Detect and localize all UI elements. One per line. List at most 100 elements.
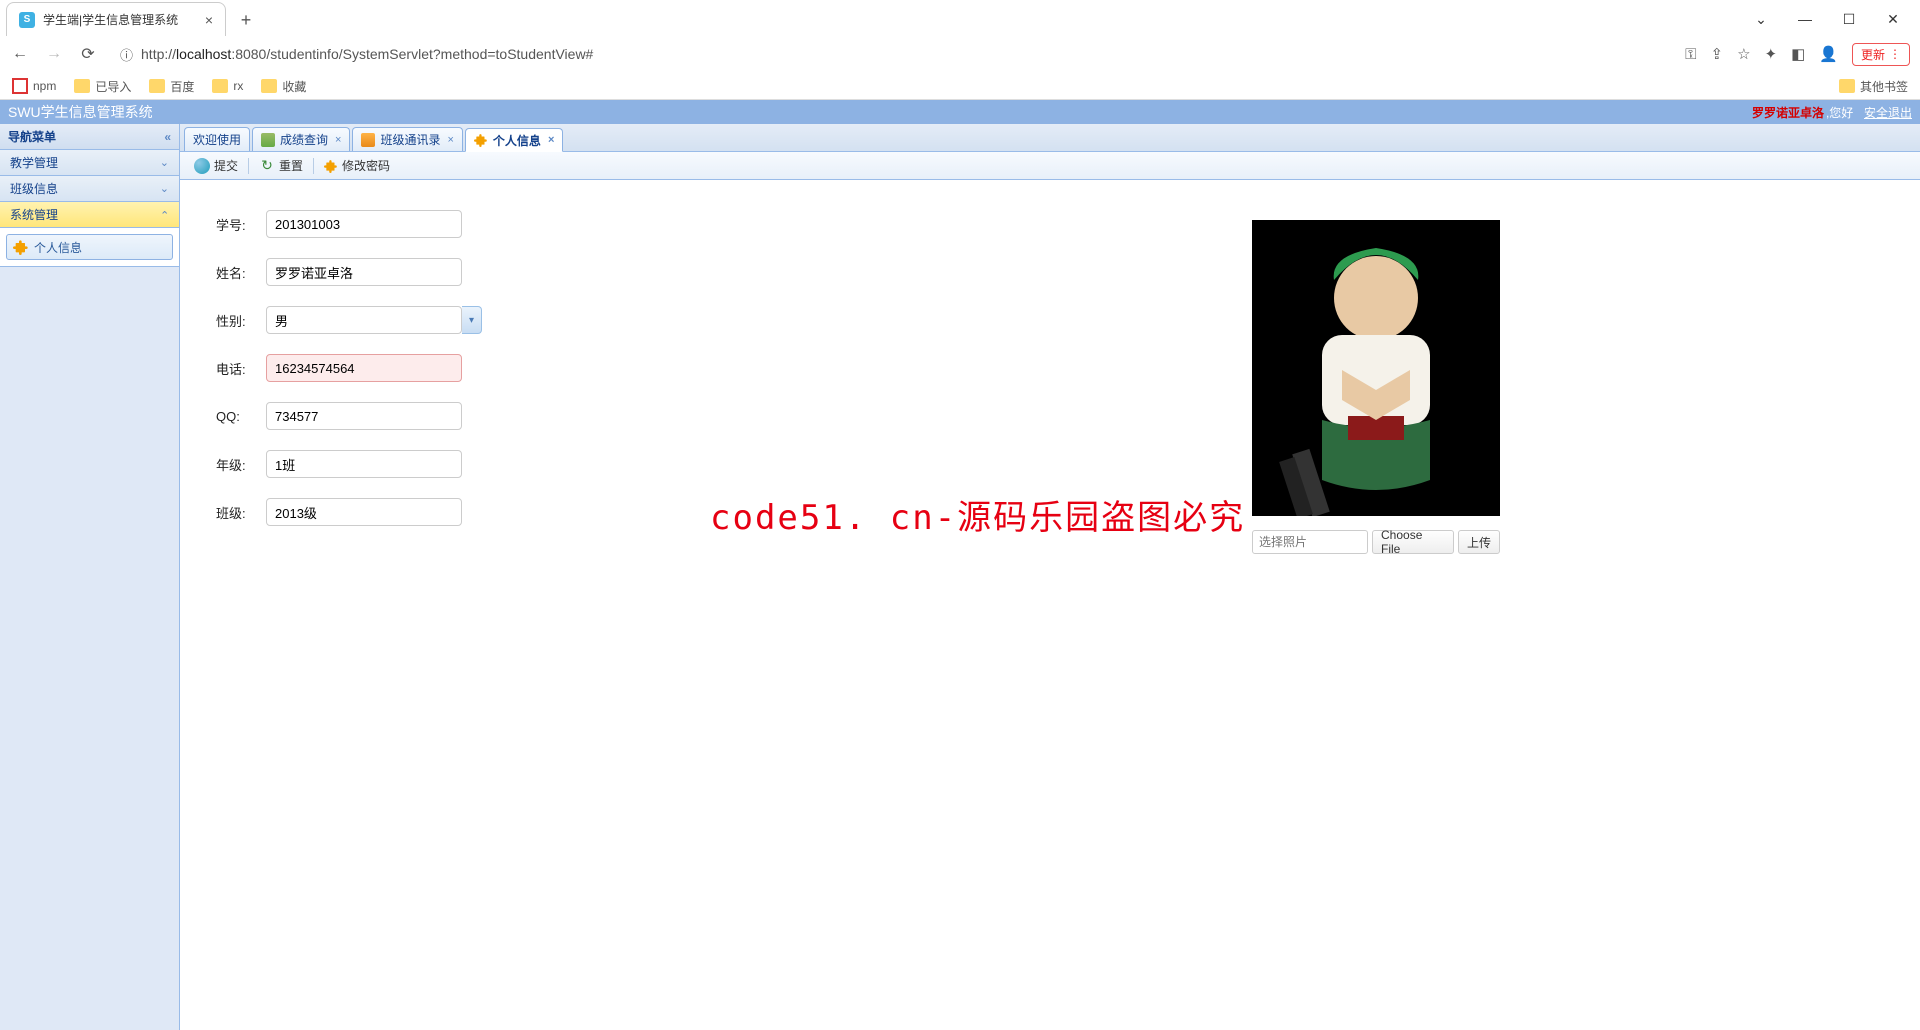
minimize-icon[interactable]: — bbox=[1790, 11, 1820, 27]
back-button[interactable]: ← bbox=[10, 45, 30, 63]
browser-chrome: S 学生端|学生信息管理系统 × + ⌄ — ☐ ✕ ← → ⟳ ⓘ http:… bbox=[0, 0, 1920, 100]
main-panel: 欢迎使用 成绩查询 × 班级通讯录 × 个人信息 × 提交 bbox=[180, 124, 1920, 1030]
choose-file-button[interactable]: Choose File bbox=[1372, 530, 1454, 554]
label-qq: QQ: bbox=[216, 409, 266, 424]
content-tab-bar: 欢迎使用 成绩查询 × 班级通讯录 × 个人信息 × bbox=[180, 124, 1920, 152]
close-tab-icon[interactable]: × bbox=[447, 134, 453, 146]
address-row: ← → ⟳ ⓘ http://localhost:8080/studentinf… bbox=[0, 36, 1920, 72]
info-icon[interactable]: ⓘ bbox=[120, 45, 133, 64]
browser-tab-strip: S 学生端|学生信息管理系统 × + ⌄ — ☐ ✕ bbox=[0, 0, 1920, 36]
class-input[interactable] bbox=[266, 498, 462, 526]
update-button[interactable]: 更新⋮ bbox=[1852, 43, 1910, 66]
star-icon[interactable]: ☆ bbox=[1737, 45, 1750, 63]
puzzle-icon bbox=[13, 239, 29, 255]
profile-icon[interactable]: 👤 bbox=[1819, 45, 1838, 63]
upload-button[interactable]: 上传 bbox=[1458, 530, 1500, 554]
close-tab-icon[interactable]: × bbox=[548, 134, 554, 146]
qq-input[interactable] bbox=[266, 402, 462, 430]
address-bar[interactable]: ⓘ http://localhost:8080/studentinfo/Syst… bbox=[112, 40, 1671, 68]
chevron-down-icon: ⌄ bbox=[160, 156, 169, 169]
maximize-icon[interactable]: ☐ bbox=[1834, 11, 1864, 28]
bookmark-rx[interactable]: rx bbox=[212, 79, 243, 93]
content-toolbar: 提交 ↻ 重置 修改密码 bbox=[180, 152, 1920, 180]
phone-input[interactable] bbox=[266, 354, 462, 382]
dropdown-icon[interactable]: ▾ bbox=[462, 306, 482, 334]
bookmark-imported[interactable]: 已导入 bbox=[74, 78, 131, 95]
collapse-sidebar-icon[interactable]: « bbox=[164, 130, 171, 144]
label-class: 班级: bbox=[216, 503, 266, 522]
close-window-icon[interactable]: ✕ bbox=[1878, 11, 1908, 28]
student-id-input[interactable] bbox=[266, 210, 462, 238]
bookmark-fav[interactable]: 收藏 bbox=[261, 78, 306, 95]
panel-icon[interactable]: ◧ bbox=[1791, 45, 1805, 63]
reset-icon: ↻ bbox=[259, 158, 275, 174]
sidebar-item-system[interactable]: 系统管理 ⌄ bbox=[0, 202, 179, 228]
change-password-button[interactable]: 修改密码 bbox=[318, 155, 396, 176]
sidebar-subpanel: 个人信息 bbox=[0, 228, 179, 267]
bookmarks-bar: npm 已导入 百度 rx 收藏 其他书签 bbox=[0, 72, 1920, 100]
app-header: SWU学生信息管理系统 罗罗诺亚卓洛 ,您好 安全退出 bbox=[0, 100, 1920, 124]
toolbar-icons: ⚿ ⇪ ☆ ✦ ◧ 👤 更新⋮ bbox=[1685, 43, 1910, 66]
gender-select[interactable] bbox=[266, 306, 462, 334]
user-icon bbox=[194, 158, 210, 174]
watermark-text: code51. cn-源码乐园盗图必究 bbox=[710, 490, 1245, 539]
app-title: SWU学生信息管理系统 bbox=[8, 102, 153, 122]
window-controls: ⌄ — ☐ ✕ bbox=[1746, 2, 1920, 36]
chevron-up-icon: ⌄ bbox=[160, 208, 169, 221]
bookmark-npm[interactable]: npm bbox=[12, 78, 56, 94]
folder-icon bbox=[261, 79, 277, 93]
label-name: 姓名: bbox=[216, 263, 266, 282]
puzzle-icon bbox=[474, 133, 488, 147]
extensions-icon[interactable]: ✦ bbox=[1765, 45, 1778, 63]
npm-icon bbox=[12, 78, 28, 94]
bookmark-baidu[interactable]: 百度 bbox=[149, 78, 194, 95]
book-icon bbox=[361, 133, 375, 147]
label-grade: 年级: bbox=[216, 455, 266, 474]
folder-icon bbox=[149, 79, 165, 93]
reload-button[interactable]: ⟳ bbox=[78, 44, 98, 64]
separator bbox=[313, 158, 314, 174]
app-body: 导航菜单 « 教学管理 ⌄ 班级信息 ⌄ 系统管理 ⌄ 个人信息 欢迎使用 bbox=[0, 124, 1920, 1030]
browser-tab-title: 学生端|学生信息管理系统 bbox=[43, 11, 178, 28]
nav-title: 导航菜单 « bbox=[0, 124, 179, 150]
new-tab-button[interactable]: + bbox=[232, 6, 260, 34]
current-user: 罗罗诺亚卓洛 bbox=[1752, 104, 1824, 121]
name-input[interactable] bbox=[266, 258, 462, 286]
database-icon bbox=[261, 133, 275, 147]
forward-button[interactable]: → bbox=[44, 45, 64, 63]
tab-personal[interactable]: 个人信息 × bbox=[465, 128, 563, 152]
sidebar-item-teaching[interactable]: 教学管理 ⌄ bbox=[0, 150, 179, 176]
other-bookmarks[interactable]: 其他书签 bbox=[1839, 78, 1908, 95]
photo-path-input[interactable] bbox=[1252, 530, 1368, 554]
close-tab-icon[interactable]: × bbox=[335, 134, 341, 146]
form-area: 学号: 姓名: 性别: ▾ 电话: QQ: bbox=[180, 180, 1920, 576]
browser-tab[interactable]: S 学生端|学生信息管理系统 × bbox=[6, 2, 226, 36]
puzzle-icon bbox=[324, 159, 338, 173]
sidebar-item-class[interactable]: 班级信息 ⌄ bbox=[0, 176, 179, 202]
grade-input[interactable] bbox=[266, 450, 462, 478]
tab-score[interactable]: 成绩查询 × bbox=[252, 127, 350, 151]
tab-welcome[interactable]: 欢迎使用 bbox=[184, 127, 250, 151]
sidebar-sub-personal[interactable]: 个人信息 bbox=[6, 234, 173, 260]
folder-icon bbox=[1839, 79, 1855, 93]
folder-icon bbox=[212, 79, 228, 93]
reset-button[interactable]: ↻ 重置 bbox=[253, 155, 309, 176]
sidebar: 导航菜单 « 教学管理 ⌄ 班级信息 ⌄ 系统管理 ⌄ 个人信息 bbox=[0, 124, 180, 1030]
label-gender: 性别: bbox=[216, 311, 266, 330]
submit-button[interactable]: 提交 bbox=[188, 155, 244, 176]
label-sid: 学号: bbox=[216, 215, 266, 234]
greeting: ,您好 bbox=[1826, 104, 1853, 121]
favicon-icon: S bbox=[19, 12, 35, 28]
label-phone: 电话: bbox=[216, 359, 266, 378]
logout-link[interactable]: 安全退出 bbox=[1864, 104, 1912, 121]
avatar-image bbox=[1252, 220, 1500, 516]
folder-icon bbox=[74, 79, 90, 93]
key-icon[interactable]: ⚿ bbox=[1685, 46, 1696, 63]
share-icon[interactable]: ⇪ bbox=[1711, 45, 1724, 63]
photo-controls: Choose File 上传 bbox=[1252, 530, 1500, 554]
chevron-down-icon[interactable]: ⌄ bbox=[1746, 11, 1776, 28]
separator bbox=[248, 158, 249, 174]
chevron-down-icon: ⌄ bbox=[160, 182, 169, 195]
close-tab-icon[interactable]: × bbox=[205, 12, 213, 28]
tab-class-contacts[interactable]: 班级通讯录 × bbox=[352, 127, 462, 151]
